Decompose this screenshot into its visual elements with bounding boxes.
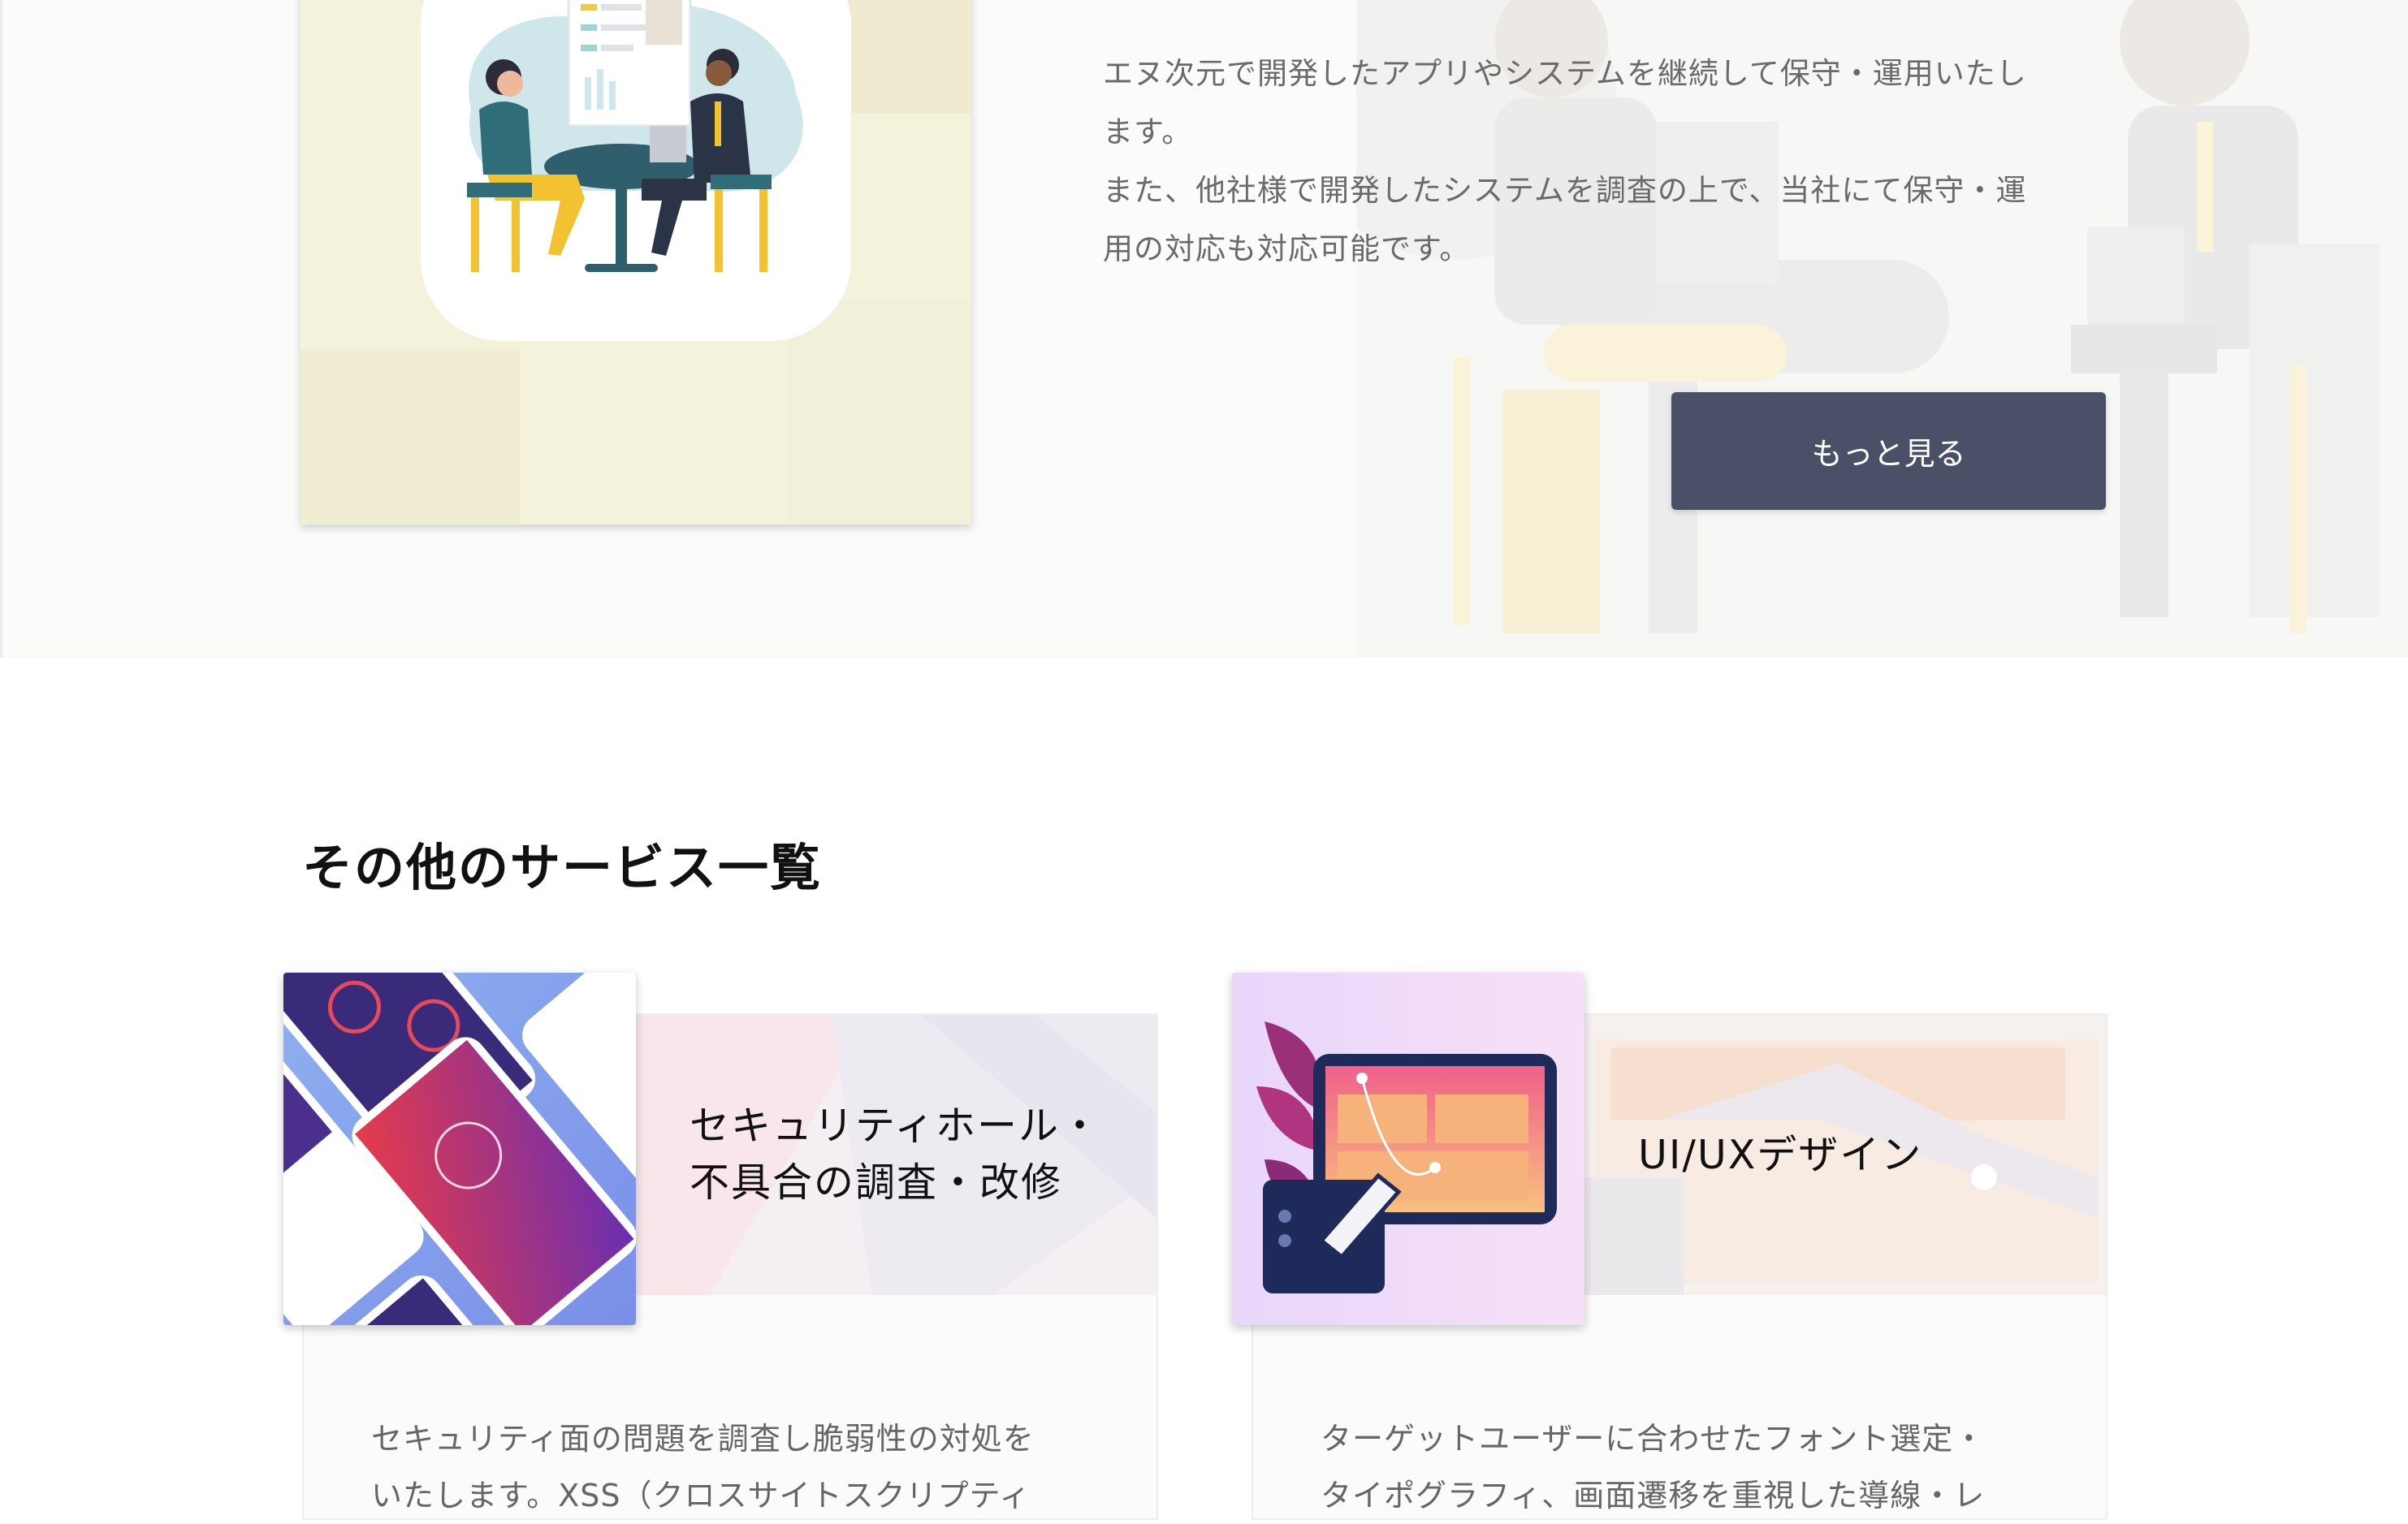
description-line: エヌ次元で開発したアプリやシステムを継続して保守・運用いたし [1103,56,2027,91]
design-tablet-pen-icon [1232,973,1584,1325]
description-line: いたします。XSS（クロスサイトスクリプティ [371,1478,1031,1513]
service-card-description: ターゲットユーザーに合わせたフォント選定・ タイポグラフィ、画面遷移を重視した導… [1321,1410,1985,1524]
service-card-title: UI/UXデザイン [1638,1127,1922,1184]
service-thumbnail-uiux[interactable] [1232,973,1584,1325]
maintenance-section: エヌ次元で開発したアプリやシステムを継続して保守・運用いたし ます。 また、他社… [0,0,2408,658]
maintenance-description: エヌ次元で開発したアプリやシステムを継続して保守・運用いたし ます。 また、他社… [1103,45,2126,278]
more-button[interactable]: もっと見る [1671,392,2106,510]
description-line: また、他社様で開発したシステムを調査の上で、当社にて保守・運 [1103,173,2027,208]
title-line: セキュリティホール・ [690,1103,1102,1149]
other-services-heading: その他のサービス一覧 [302,838,823,897]
service-card-description: セキュリティ面の問題を調査し脆弱性の対処を いたします。XSS（クロスサイトスク… [371,1410,1035,1524]
description-line: ターゲットユーザーに合わせたフォント選定・ [1321,1421,1986,1457]
bg-tile [788,300,971,525]
maintenance-image-card [300,0,971,525]
service-thumbnail-security[interactable] [283,973,636,1325]
section-border [0,0,2,658]
bg-tile [300,349,520,525]
meeting-illustration-icon [467,0,803,272]
description-line: セキュリティ面の問題を調査し脆弱性の対処を [371,1421,1035,1457]
title-line: UI/UXデザイン [1638,1132,1923,1178]
description-line: ます。 [1103,114,1193,149]
mobile-app-screens-icon [283,973,636,1325]
service-card-title: セキュリティホール・ 不具合の調査・改修 [690,1098,1101,1211]
description-line: 用の対応も対応可能です。 [1103,231,1471,266]
title-line: 不具合の調査・改修 [690,1159,1063,1206]
description-line: タイポグラフィ、画面遷移を重視した導線・レ [1321,1478,1986,1513]
